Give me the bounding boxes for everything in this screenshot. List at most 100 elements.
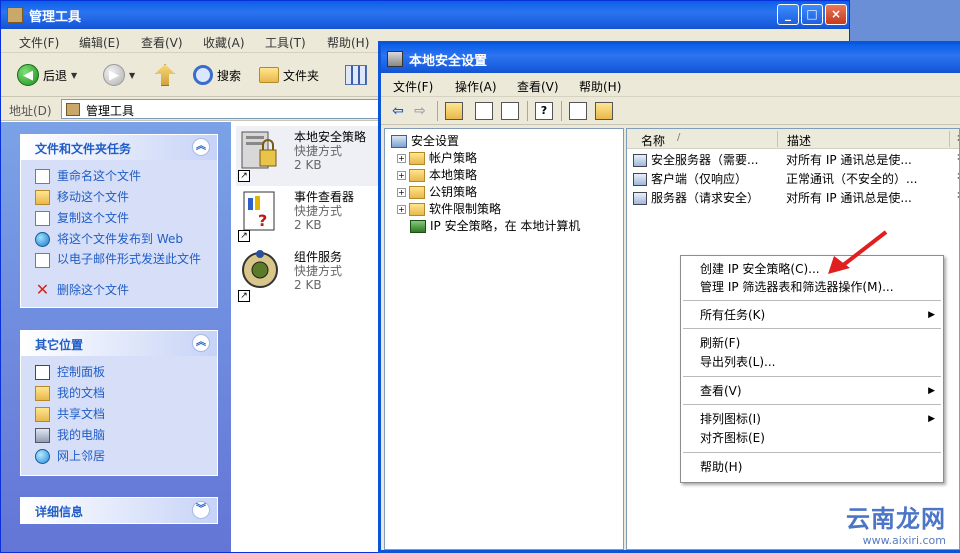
collapse-icon[interactable]: ︽ [192, 138, 210, 156]
column-description[interactable]: 描述 [787, 132, 811, 149]
menu-item-export-list[interactable]: 导出列表(L)... [681, 353, 943, 372]
menu-separator [683, 328, 941, 329]
task-email[interactable]: 以电子邮件形式发送此文件 [21, 250, 217, 280]
menu-view[interactable]: 查看(V) [141, 34, 183, 51]
tree-item-ip-security-policies[interactable]: IP 安全策略，在 本地计算机 [410, 218, 580, 235]
maximize-button[interactable]: □ [801, 4, 823, 25]
menu-item-manage-filters[interactable]: 管理 IP 筛选器表和筛选器操作(M)... [681, 278, 943, 297]
task-delete[interactable]: ✕ 删除这个文件 [21, 280, 217, 301]
menu-file[interactable]: 文件(F) [19, 34, 59, 51]
expand-icon[interactable]: + [397, 205, 406, 214]
folders-button[interactable]: 文件夹 [259, 62, 319, 88]
toolbar-separator [561, 101, 562, 121]
column-divider[interactable] [949, 131, 950, 147]
row-description: 对所有 IP 通讯总是使... [786, 191, 912, 205]
add-policy-icon[interactable] [595, 102, 613, 120]
list-header: 名称 / 描述 否 [627, 129, 959, 149]
menu-view[interactable]: 查看(V) [517, 78, 559, 95]
file-tasks-panel: 文件和文件夹任务 ︽ 重命名这个文件 移动这个文件 复制这个文件 将这个文件发布… [20, 134, 218, 308]
collapse-icon[interactable]: ︽ [192, 334, 210, 352]
minimize-button[interactable]: _ [777, 4, 799, 25]
tree-item-account-policies[interactable]: + 帐户策略 [397, 150, 477, 167]
policy-icon [633, 192, 647, 205]
menu-item-help[interactable]: 帮助(H) [681, 458, 943, 477]
back-arrow-icon[interactable]: ⇦ [389, 102, 407, 120]
other-places-panel: 其它位置 ︽ 控制面板 我的文档 共享文档 我的电脑 网上邻居 [20, 330, 218, 476]
menu-file[interactable]: 文件(F) [393, 78, 433, 95]
up-button[interactable] [155, 62, 175, 88]
column-divider[interactable] [777, 131, 778, 147]
toolbar-separator [437, 101, 438, 121]
other-places-header[interactable]: 其它位置 ︽ [21, 331, 217, 356]
address-input[interactable]: 管理工具 [61, 99, 391, 119]
lss-titlebar[interactable]: 本地安全设置 [381, 44, 960, 73]
properties-icon[interactable] [475, 102, 493, 120]
folders-label: 文件夹 [283, 68, 320, 83]
menu-item-view[interactable]: 查看(V) ▶ [681, 382, 943, 401]
file-item-component-services[interactable]: ↗ 组件服务 快捷方式 2 KB [236, 246, 381, 306]
tree-item-local-policies[interactable]: + 本地策略 [397, 167, 477, 184]
file-item-event-viewer[interactable]: ? ↗ 事件查看器 快捷方式 2 KB [236, 186, 381, 246]
tree-item-software-restriction[interactable]: + 软件限制策略 [397, 201, 501, 218]
menu-tools[interactable]: 工具(T) [265, 34, 306, 51]
details-header[interactable]: 详细信息 ︾ [21, 498, 217, 523]
task-publish-web[interactable]: 将这个文件发布到 Web [21, 229, 217, 250]
menu-item-arrange-icons[interactable]: 排列图标(I) ▶ [681, 410, 943, 429]
policy-icon[interactable] [569, 102, 587, 120]
expand-icon[interactable]: + [397, 154, 406, 163]
console-tree: 安全设置 + 帐户策略 + 本地策略 + 公钥策略 + 软件限制策略 IP 安全策略，在… [384, 128, 624, 550]
task-copy[interactable]: 复制这个文件 [21, 208, 217, 229]
list-row[interactable]: 安全服务器（需要... 对所有 IP 通讯总是使... 否 [627, 151, 959, 170]
menu-item-label: 所有任务(K) [700, 308, 766, 322]
tree-item-public-key-policies[interactable]: + 公钥策略 [397, 184, 477, 201]
menu-item-refresh[interactable]: 刷新(F) [681, 334, 943, 353]
expand-icon[interactable]: + [397, 171, 406, 180]
file-tasks-header[interactable]: 文件和文件夹任务 ︽ [21, 135, 217, 160]
export-list-icon[interactable] [501, 102, 519, 120]
menu-item-label: 管理 IP 筛选器表和筛选器操作(M)... [700, 280, 894, 294]
place-my-computer[interactable]: 我的电脑 [21, 425, 217, 446]
back-button[interactable]: ◀ 后退 ▼ [17, 62, 77, 88]
chevron-down-icon[interactable]: ▼ [71, 71, 77, 80]
place-network[interactable]: 网上邻居 [21, 446, 217, 467]
place-shared-documents[interactable]: 共享文档 [21, 404, 217, 425]
views-button[interactable] [345, 62, 367, 88]
menu-favorites[interactable]: 收藏(A) [203, 34, 245, 51]
list-row[interactable]: 客户端（仅响应） 正常通讯（不安全的）... 否 [627, 170, 959, 189]
menu-item-create-ip-policy[interactable]: 创建 IP 安全策略(C)... [681, 260, 943, 279]
file-tasks-title: 文件和文件夹任务 [35, 142, 132, 156]
help-icon[interactable]: ? [535, 102, 553, 120]
tree-root-security-settings[interactable]: 安全设置 [391, 133, 459, 150]
close-button[interactable]: × [825, 4, 847, 25]
search-button[interactable]: 搜索 [193, 62, 241, 88]
place-my-documents[interactable]: 我的文档 [21, 383, 217, 404]
menu-edit[interactable]: 编辑(E) [79, 34, 120, 51]
tree-label: 帐户策略 [429, 151, 478, 165]
file-item-local-security-policy[interactable]: ↗ 本地安全策略 快捷方式 2 KB [236, 126, 381, 186]
expand-icon[interactable]: + [397, 188, 406, 197]
menu-item-all-tasks[interactable]: 所有任务(K) ▶ [681, 306, 943, 325]
column-name[interactable]: 名称 [641, 132, 665, 149]
window-title: 管理工具 [29, 10, 82, 25]
folder-icon [259, 67, 279, 83]
task-label: 删除这个文件 [57, 283, 130, 297]
forward-arrow-icon[interactable]: ⇨ [411, 102, 429, 120]
up-one-level-icon[interactable] [445, 102, 463, 120]
place-control-panel[interactable]: 控制面板 [21, 362, 217, 383]
search-icon [193, 65, 213, 85]
globe-icon [35, 232, 50, 247]
menu-action[interactable]: 操作(A) [455, 78, 497, 95]
menu-help[interactable]: 帮助(H) [327, 34, 369, 51]
forward-button[interactable]: ▶ ▼ [103, 62, 135, 88]
menu-help[interactable]: 帮助(H) [579, 78, 621, 95]
task-rename[interactable]: 重命名这个文件 [21, 166, 217, 187]
file-size: 2 KB [294, 218, 322, 232]
task-move[interactable]: 移动这个文件 [21, 187, 217, 208]
views-icon [345, 65, 367, 85]
expand-icon[interactable]: ︾ [192, 501, 210, 519]
chevron-down-icon[interactable]: ▼ [129, 71, 135, 80]
admin-tools-titlebar[interactable]: 管理工具 _ □ × [1, 1, 849, 29]
menu-item-line-up-icons[interactable]: 对齐图标(E) [681, 429, 943, 448]
list-row[interactable]: 服务器（请求安全） 对所有 IP 通讯总是使... 否 [627, 189, 959, 208]
security-policy-icon [241, 131, 277, 169]
